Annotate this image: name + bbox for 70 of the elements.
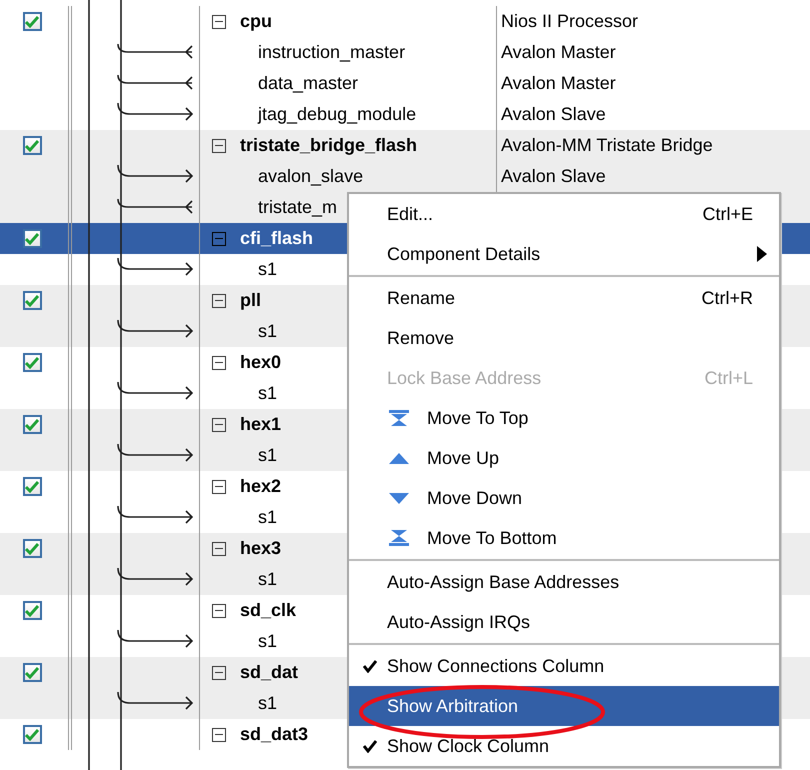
port-name: s1 (258, 692, 278, 715)
port-type: Avalon Master (501, 72, 616, 95)
port-type: Avalon Slave (501, 165, 606, 188)
port-name: s1 (258, 444, 278, 467)
shortcut-label: Ctrl+L (704, 366, 753, 390)
port-name: tristate_m (258, 196, 338, 219)
component-name: sd_dat3 (240, 723, 308, 746)
checkbox[interactable] (22, 291, 42, 310)
port-name: s1 (258, 630, 278, 653)
move-to-top-icon (389, 410, 409, 426)
menu-item[interactable]: Show Arbitration (349, 686, 779, 726)
collapse-icon[interactable] (212, 480, 226, 494)
collapse-icon[interactable] (212, 294, 226, 308)
menu-item[interactable]: Component Details (349, 234, 779, 274)
shortcut-label: Ctrl+E (702, 202, 753, 226)
component-name: hex3 (240, 537, 282, 560)
checkbox[interactable] (22, 725, 42, 744)
collapse-icon[interactable] (212, 356, 226, 370)
component-name: hex1 (240, 413, 282, 436)
port-name: s1 (258, 506, 278, 529)
component-name: tristate_bridge_flash (240, 134, 418, 157)
component-name: sd_clk (240, 599, 296, 622)
collapse-icon[interactable] (212, 418, 226, 432)
checkbox[interactable] (22, 136, 42, 155)
port-name: s1 (258, 568, 278, 591)
move-to-bottom-icon (389, 530, 409, 546)
checkbox[interactable] (22, 539, 42, 558)
port-name: s1 (258, 258, 278, 281)
collapse-icon[interactable] (212, 604, 226, 618)
port-type: Avalon Master (501, 41, 616, 64)
menu-item[interactable]: Move Up (349, 438, 779, 478)
checkbox[interactable] (22, 415, 42, 434)
collapse-icon[interactable] (212, 14, 226, 28)
checkbox[interactable] (22, 12, 42, 31)
collapse-icon[interactable] (212, 138, 226, 152)
menu-item[interactable]: Rename Ctrl+R (349, 278, 779, 318)
checkbox[interactable] (22, 477, 42, 496)
menu-item[interactable]: Remove (349, 318, 779, 358)
shortcut-label: Ctrl+R (701, 286, 753, 310)
component-name: hex0 (240, 351, 282, 374)
component-name: sd_dat (240, 661, 298, 684)
menu-item[interactable]: Auto-Assign Base Addresses (349, 562, 779, 602)
menu-item[interactable]: Auto-Assign IRQs (349, 602, 779, 642)
port-name: jtag_debug_module (258, 103, 416, 126)
component-name: cpu (240, 10, 272, 33)
menu-item[interactable]: Show Connections Column (349, 646, 779, 686)
port-name: s1 (258, 320, 278, 343)
port-name: s1 (258, 382, 278, 405)
component-type: Nios II Processor (501, 10, 638, 33)
collapse-icon[interactable] (212, 666, 226, 680)
menu-item[interactable]: Edit... Ctrl+E (349, 194, 779, 234)
checkbox[interactable] (22, 663, 42, 682)
collapse-icon[interactable] (212, 542, 226, 556)
checkbox[interactable] (22, 229, 42, 248)
port-name: instruction_master (258, 41, 406, 64)
menu-item[interactable]: Move To Bottom (349, 518, 779, 558)
component-name: hex2 (240, 475, 282, 498)
component-name: cfi_flash (240, 227, 314, 250)
down-triangle-icon (389, 490, 409, 506)
checkbox[interactable] (22, 601, 42, 620)
port-name: data_master (258, 72, 358, 95)
menu-item[interactable]: Move Down (349, 478, 779, 518)
checkbox[interactable] (22, 353, 42, 372)
component-type: Avalon-MM Tristate Bridge (501, 134, 713, 157)
port-name: avalon_slave (258, 165, 364, 188)
menu-item[interactable]: Move To Top (349, 398, 779, 438)
collapse-icon[interactable] (212, 728, 226, 742)
menu-item[interactable]: Show Clock Column (349, 726, 779, 766)
port-type: Avalon Slave (501, 103, 606, 126)
component-name: pll (240, 289, 261, 312)
